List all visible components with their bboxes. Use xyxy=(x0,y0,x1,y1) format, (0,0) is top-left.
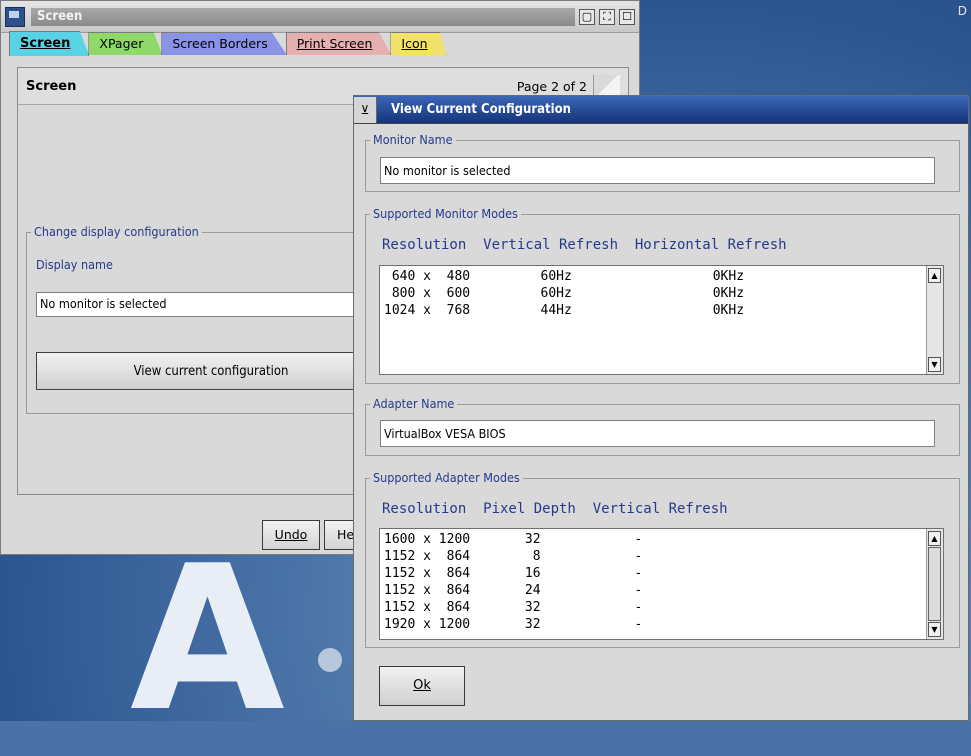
minimize-icon[interactable]: ▢ xyxy=(579,8,595,25)
scroll-up-icon[interactable]: ▲ xyxy=(928,268,941,283)
list-item[interactable]: 1152 x 864 16 - xyxy=(380,565,926,582)
list-item[interactable]: 1600 x 1200 32 - xyxy=(380,531,926,548)
desktop-logo: A xyxy=(130,523,285,756)
close-icon[interactable]: ☐ xyxy=(619,8,635,25)
list-item[interactable]: 1152 x 864 8 - xyxy=(380,548,926,565)
monitor-modes-rows: 640 x 480 60Hz 0KHz 800 x 600 60Hz 0KHz … xyxy=(380,268,926,319)
tab-screen-label: Screen xyxy=(20,36,71,51)
adapter-modes-scrollbar[interactable]: ▲ ▼ xyxy=(926,529,943,639)
help-button-label: He xyxy=(337,527,355,542)
tab-print-screen-label: Print Screen xyxy=(296,36,373,51)
adapter-modes-label: Supported Adapter Modes xyxy=(370,470,523,485)
adapter-modes-rows: 1600 x 1200 32 - 1152 x 864 8 - 1152 x 8… xyxy=(380,531,926,633)
scroll-down-icon[interactable]: ▼ xyxy=(928,357,941,372)
change-display-group-label: Change display configuration xyxy=(31,224,202,239)
monitor-modes-header: Resolution Vertical Refresh Horizontal R… xyxy=(382,237,787,253)
adapter-modes-group: Supported Adapter Modes Resolution Pixel… xyxy=(365,470,960,648)
list-item[interactable]: 1024 x 768 44Hz 0KHz xyxy=(380,302,926,319)
adapter-name-group: Adapter Name VirtualBox VESA BIOS xyxy=(365,396,960,456)
view-current-configuration-button[interactable]: View current configuration xyxy=(36,352,386,390)
scroll-thumb[interactable] xyxy=(928,547,941,621)
list-item[interactable]: 1152 x 864 24 - xyxy=(380,582,926,599)
monitor-name-group: Monitor Name No monitor is selected xyxy=(365,132,960,192)
maximize-icon[interactable]: ⛶ xyxy=(599,8,615,25)
tab-screen-borders-label: Screen Borders xyxy=(172,36,268,51)
list-item[interactable]: 640 x 480 60Hz 0KHz xyxy=(380,268,926,285)
tab-screen-borders[interactable]: Screen Borders xyxy=(161,32,287,55)
adapter-name-field[interactable]: VirtualBox VESA BIOS xyxy=(380,420,935,447)
tab-print-screen[interactable]: Print Screen xyxy=(285,32,392,55)
monitor-modes-list[interactable]: 640 x 480 60Hz 0KHz 800 x 600 60Hz 0KHz … xyxy=(379,265,944,375)
undo-button-label: Undo xyxy=(274,527,308,542)
scroll-down-icon[interactable]: ▼ xyxy=(928,622,941,637)
screen-window-titlebar[interactable]: Screen ▢ ⛶ ☐ xyxy=(1,1,639,33)
tab-xpager-label: XPager xyxy=(99,36,144,51)
dialog-title: View Current Configuration xyxy=(391,102,571,117)
display-name-field[interactable]: No monitor is selected xyxy=(36,292,361,317)
adapter-modes-list[interactable]: 1600 x 1200 32 - 1152 x 864 8 - 1152 x 8… xyxy=(379,528,944,640)
monitor-name-field[interactable]: No monitor is selected xyxy=(380,157,935,184)
tab-xpager[interactable]: XPager xyxy=(88,32,163,55)
undo-button[interactable]: Undo xyxy=(262,520,320,550)
monitor-name-label: Monitor Name xyxy=(370,132,456,147)
tab-icon-label: Icon xyxy=(401,36,428,51)
monitor-app-icon[interactable] xyxy=(5,6,25,27)
ok-button[interactable]: Ok xyxy=(379,666,465,706)
tab-screen[interactable]: Screen xyxy=(9,31,90,56)
display-name-label: Display name xyxy=(36,257,113,272)
monitor-modes-scrollbar[interactable]: ▲ ▼ xyxy=(926,266,943,374)
list-item[interactable]: 1920 x 1200 32 - xyxy=(380,616,926,633)
scroll-up-icon[interactable]: ▲ xyxy=(928,531,941,546)
page-indicator: Page 2 of 2 xyxy=(516,78,587,94)
desktop-corner-label: D xyxy=(957,4,967,18)
screen-window-title: Screen xyxy=(31,7,575,26)
view-current-configuration-label: View current configuration xyxy=(133,363,289,379)
adapter-modes-header: Resolution Pixel Depth Vertical Refresh xyxy=(382,501,728,517)
dialog-menu-icon[interactable]: ⊻ xyxy=(354,96,377,123)
view-configuration-dialog: ⊻ View Current Configuration Monitor Nam… xyxy=(353,95,969,721)
page-title: Screen xyxy=(26,78,77,94)
adapter-name-label: Adapter Name xyxy=(370,396,458,411)
monitor-modes-label: Supported Monitor Modes xyxy=(370,206,521,221)
page-turn-icon[interactable] xyxy=(593,75,620,97)
list-item[interactable]: 800 x 600 60Hz 0KHz xyxy=(380,285,926,302)
tab-icon[interactable]: Icon xyxy=(390,32,447,55)
ok-button-label: Ok xyxy=(413,678,431,693)
dialog-titlebar[interactable]: ⊻ View Current Configuration xyxy=(354,96,968,124)
desktop-logo-dot xyxy=(318,648,342,672)
list-item[interactable]: 1152 x 864 32 - xyxy=(380,599,926,616)
tab-bar: Screen XPager Screen Borders Print Scree… xyxy=(9,31,447,56)
monitor-modes-group: Supported Monitor Modes Resolution Verti… xyxy=(365,206,960,384)
